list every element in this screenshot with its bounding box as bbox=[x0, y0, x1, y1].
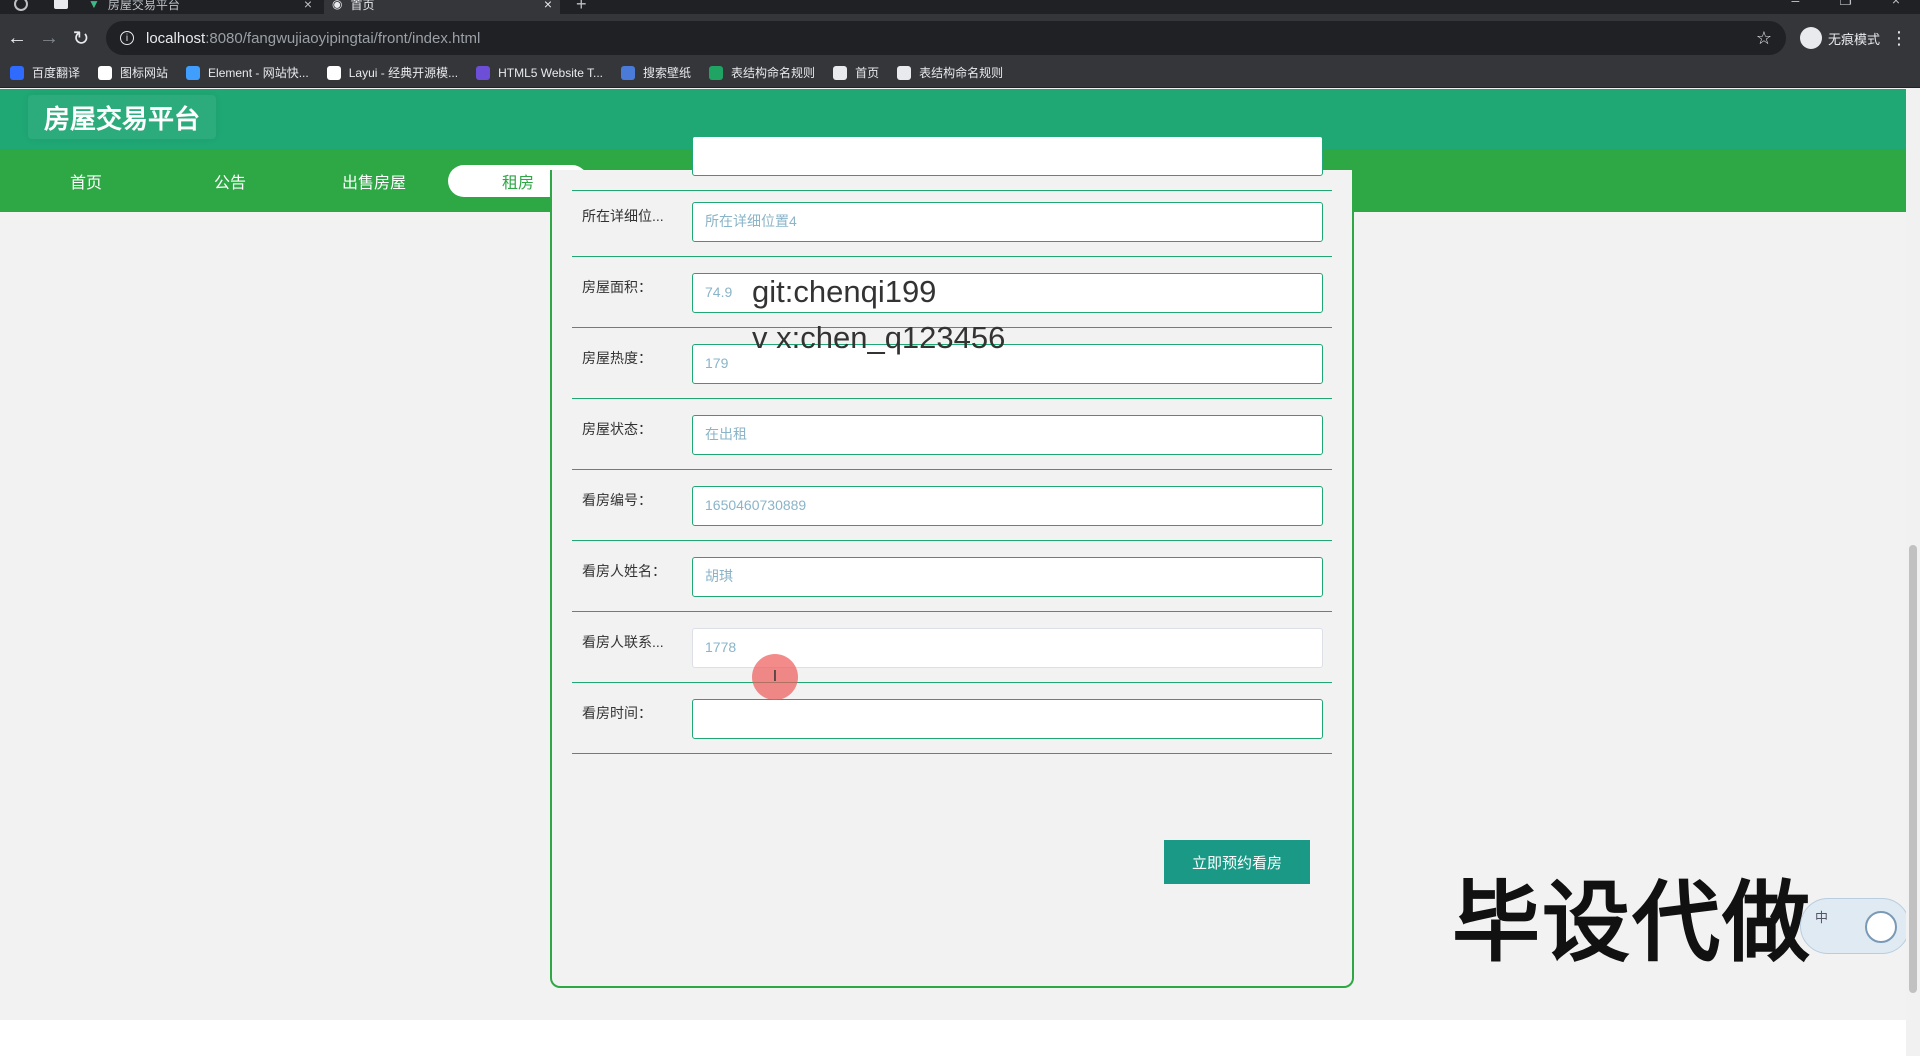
form-row: 房屋状态： 在出租 bbox=[572, 399, 1332, 470]
form-label: 所在详细位... bbox=[582, 208, 664, 224]
bookmark-label: 搜索壁纸 bbox=[643, 66, 692, 80]
form-row: 所在详细位... 所在详细位置4 bbox=[572, 186, 1332, 257]
browser-menu-icon[interactable] bbox=[14, 0, 28, 11]
form-input[interactable]: 所在详细位置4 bbox=[692, 202, 1323, 242]
bookmark-label: 首页 bbox=[855, 66, 880, 80]
bookmark-icon bbox=[98, 65, 113, 80]
bookmark-icon bbox=[621, 65, 636, 80]
form-input[interactable]: 在出租 bbox=[692, 415, 1323, 455]
minimize-icon[interactable]: – bbox=[1791, 0, 1799, 9]
reload-icon[interactable]: ↻ bbox=[66, 26, 96, 51]
form-input[interactable] bbox=[692, 699, 1323, 739]
bookmark-icon bbox=[326, 65, 341, 80]
bookmark-label: Layui - 经典开源模... bbox=[348, 66, 459, 80]
form-row: 看房时间： bbox=[572, 683, 1332, 754]
bookmark-item[interactable]: 表结构命名规则 bbox=[709, 64, 815, 81]
close-icon[interactable]: × bbox=[304, 0, 312, 12]
tab-search-icon[interactable] bbox=[54, 0, 68, 9]
form-label: 看房人姓名： bbox=[582, 563, 666, 579]
bookmark-label: 表结构命名规则 bbox=[731, 66, 816, 80]
bookmark-label: Element - 网站快... bbox=[208, 66, 309, 80]
bookmark-label: HTML5 Website T... bbox=[498, 65, 604, 80]
tab-active[interactable]: ◉ 首页 × bbox=[324, 0, 560, 14]
bookmark-icon bbox=[897, 65, 912, 80]
forward-arrow-icon[interactable]: → bbox=[34, 27, 64, 50]
bookmark-label: 表结构命名规则 bbox=[919, 66, 1004, 80]
address-bar[interactable]: i localhost:8080/fangwujiaoyipingtai/fro… bbox=[106, 21, 1786, 55]
bookmark-item[interactable]: Layui - 经典开源模... bbox=[326, 64, 459, 81]
window-controls: – ❐ × bbox=[1791, 0, 1900, 9]
form-label: 看房时间： bbox=[582, 705, 652, 721]
tab-title: 首页 bbox=[350, 0, 375, 12]
incognito-label: 无痕模式 bbox=[1827, 31, 1880, 47]
url-path: :8080/fangwujiaoyipingtai/front/index.ht… bbox=[205, 29, 481, 47]
bookmarks-bar: 百度翻译 图标网站 Element - 网站快... Layui - 经典开源模...… bbox=[0, 58, 1920, 88]
nav-item[interactable]: 首页 bbox=[16, 165, 156, 197]
globe-icon: ◉ bbox=[332, 0, 343, 11]
form-label: 看房人联系... bbox=[582, 634, 664, 650]
ad-text: 毕设代做 bbox=[1452, 871, 1813, 974]
text-cursor-icon: I bbox=[752, 654, 798, 700]
more-menu-icon[interactable]: ⋮ bbox=[1890, 28, 1908, 49]
new-tab-icon[interactable]: + bbox=[576, 0, 587, 14]
form-row: 看房编号： 1650460730889 bbox=[572, 470, 1332, 541]
tab-inactive[interactable]: ▼ 房屋交易平台 × bbox=[88, 0, 320, 14]
ime-badge[interactable]: 中 bbox=[1800, 898, 1910, 954]
form-row: 房屋面积： 74.9 bbox=[572, 257, 1332, 328]
ime-label: 中 bbox=[1815, 910, 1829, 925]
bookmark-label: 图标网站 bbox=[120, 66, 169, 80]
bookmark-icon bbox=[186, 65, 201, 80]
watermark-line2: v x:chen_q123456 bbox=[752, 320, 1006, 355]
form-label: 房屋状态： bbox=[582, 421, 652, 437]
watermark-line1: git:chenqi199 bbox=[752, 274, 937, 309]
page-scrollbar[interactable] bbox=[1906, 89, 1920, 1056]
close-icon[interactable]: × bbox=[544, 0, 552, 12]
form-row: 看房人联系... 1778 bbox=[572, 612, 1332, 683]
booking-form-card: 立即预约看房 所在详细位... 所在详细位置4 房屋面积： 74.9 房屋热度： 179 房… bbox=[550, 136, 1354, 988]
tab-title: 房屋交易平台 bbox=[107, 0, 180, 12]
vue-icon: ▼ bbox=[88, 0, 100, 11]
ime-mascot-icon bbox=[1865, 911, 1897, 943]
incognito-indicator[interactable]: 无痕模式 bbox=[1799, 27, 1880, 49]
incognito-icon bbox=[1799, 27, 1822, 49]
nav-item[interactable]: 出售房屋 bbox=[304, 165, 444, 197]
form-input[interactable] bbox=[692, 136, 1323, 176]
form-row: 看房人姓名： 胡琪 bbox=[572, 541, 1332, 612]
form-input[interactable]: 胡琪 bbox=[692, 557, 1323, 597]
nav-item[interactable]: 公告 bbox=[160, 165, 300, 197]
back-arrow-icon[interactable]: ← bbox=[2, 27, 32, 50]
bookmark-label: 百度翻译 bbox=[32, 66, 81, 80]
maximize-icon[interactable]: ❐ bbox=[1839, 0, 1852, 9]
url-host: localhost bbox=[146, 29, 206, 47]
bookmark-star-icon[interactable]: ☆ bbox=[1756, 28, 1772, 49]
footer-strip bbox=[0, 1020, 1906, 1056]
form-label: 房屋热度： bbox=[582, 350, 652, 366]
site-title[interactable]: 房屋交易平台 bbox=[28, 95, 217, 139]
form-row bbox=[572, 120, 1332, 191]
bookmark-item[interactable]: Element - 网站快... bbox=[186, 64, 309, 81]
info-icon[interactable]: i bbox=[120, 31, 134, 45]
scrollbar-thumb[interactable] bbox=[1909, 545, 1917, 993]
form-input[interactable]: 1650460730889 bbox=[692, 486, 1323, 526]
bookmark-item[interactable]: 搜索壁纸 bbox=[621, 64, 691, 81]
browser-tab-strip: ▼ 房屋交易平台 × ◉ 首页 × + – ❐ × bbox=[0, 0, 1920, 14]
close-window-icon[interactable]: × bbox=[1892, 0, 1900, 9]
bookmark-item[interactable]: 百度翻译 bbox=[10, 64, 80, 81]
bookmark-item[interactable]: 表结构命名规则 bbox=[897, 64, 1003, 81]
bookmark-item[interactable]: 图标网站 bbox=[98, 64, 168, 81]
bookmark-icon bbox=[476, 65, 491, 80]
browser-toolbar: ← → ↻ i localhost:8080/fangwujiaoyipingt… bbox=[0, 14, 1920, 62]
bookmark-icon bbox=[10, 65, 24, 80]
bookmark-icon bbox=[833, 65, 848, 80]
form-label: 房屋面积： bbox=[582, 279, 652, 295]
book-viewing-button[interactable]: 立即预约看房 bbox=[1164, 840, 1310, 884]
bookmark-item[interactable]: 首页 bbox=[833, 64, 879, 81]
bookmark-item[interactable]: HTML5 Website T... bbox=[476, 65, 604, 80]
bookmark-icon bbox=[709, 65, 724, 80]
form-label: 看房编号： bbox=[582, 492, 652, 508]
